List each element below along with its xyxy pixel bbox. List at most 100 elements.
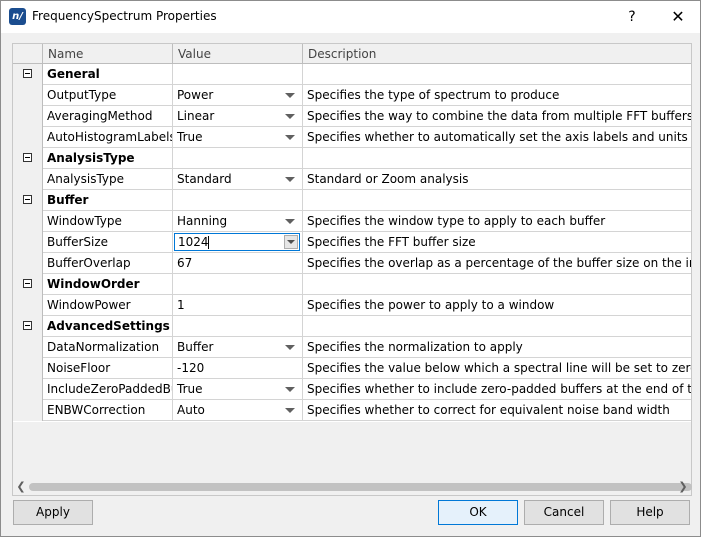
property-row[interactable]: WindowType Hanning Specifies the window ty… xyxy=(13,211,691,232)
row-gutter xyxy=(13,190,43,211)
property-description: Specifies the way to combine the data fr… xyxy=(303,106,691,127)
row-gutter xyxy=(13,127,43,148)
row-gutter xyxy=(13,295,43,316)
text-caret xyxy=(208,236,209,249)
property-row[interactable]: WindowPower 1 Specifies the power to apply… xyxy=(13,295,691,316)
property-value[interactable]: 1024 xyxy=(173,232,303,253)
category-name[interactable]: AnalysisType xyxy=(43,148,173,169)
property-value[interactable]: 1 xyxy=(173,295,303,316)
property-description: Specifies whether to correct for equival… xyxy=(303,400,691,421)
property-name: AnalysisType xyxy=(43,169,173,190)
row-gutter xyxy=(13,337,43,358)
close-icon[interactable]: ✕ xyxy=(655,1,701,33)
dropdown-arrow-icon[interactable] xyxy=(285,114,295,119)
property-description xyxy=(303,64,691,85)
value-text[interactable]: 67 xyxy=(177,256,192,270)
property-row[interactable]: AutoHistogramLabels True Specifies whether… xyxy=(13,127,691,148)
scroll-right-icon[interactable]: ❯ xyxy=(675,479,691,495)
dropdown-arrow-icon[interactable] xyxy=(285,219,295,224)
property-description: Specifies the power to apply to a window xyxy=(303,295,691,316)
property-name: ENBWCorrection xyxy=(43,400,173,421)
collapse-icon[interactable] xyxy=(23,321,32,330)
value-text[interactable]: Buffer xyxy=(177,340,213,354)
ok-button[interactable]: OK xyxy=(438,500,518,525)
value-text[interactable]: 1 xyxy=(177,298,185,312)
property-value[interactable]: True xyxy=(173,127,303,148)
property-value xyxy=(173,316,303,337)
row-gutter xyxy=(13,274,43,295)
value-text[interactable]: True xyxy=(177,382,203,396)
category-name[interactable]: Buffer xyxy=(43,190,173,211)
dropdown-arrow-icon[interactable] xyxy=(285,93,295,98)
category-row[interactable]: Buffer xyxy=(13,190,691,211)
property-value[interactable]: Hanning xyxy=(173,211,303,232)
property-row[interactable]: AveragingMethod Linear Specifies the way t… xyxy=(13,106,691,127)
value-text[interactable]: Auto xyxy=(177,403,205,417)
property-value[interactable]: Power xyxy=(173,85,303,106)
header-spacer xyxy=(13,44,43,64)
category-row[interactable]: AdvancedSettings xyxy=(13,316,691,337)
help-icon[interactable]: ? xyxy=(609,1,655,33)
property-value xyxy=(173,274,303,295)
property-row[interactable]: NoiseFloor -120 Specifies the value below … xyxy=(13,358,691,379)
property-row[interactable]: ENBWCorrection Auto Specifies whether to c… xyxy=(13,400,691,421)
property-row[interactable]: DataNormalization Buffer Specifies the nor… xyxy=(13,337,691,358)
property-value[interactable]: Auto xyxy=(173,400,303,421)
value-text[interactable]: Standard xyxy=(177,172,232,186)
collapse-icon[interactable] xyxy=(23,195,32,204)
row-gutter xyxy=(13,148,43,169)
category-row[interactable]: WindowOrder xyxy=(13,274,691,295)
collapse-icon[interactable] xyxy=(23,69,32,78)
property-description: Specifies the window type to apply to ea… xyxy=(303,211,691,232)
app-icon: n/ xyxy=(9,8,26,25)
value-text[interactable]: -120 xyxy=(177,361,204,375)
property-name: IncludeZeroPaddedBuffers xyxy=(43,379,173,400)
row-gutter xyxy=(13,64,43,85)
value-text[interactable]: Power xyxy=(177,88,213,102)
category-row[interactable]: AnalysisType xyxy=(13,148,691,169)
scroll-thumb[interactable] xyxy=(29,483,692,491)
value-text[interactable]: Hanning xyxy=(177,214,227,228)
collapse-icon[interactable] xyxy=(23,279,32,288)
cancel-button[interactable]: Cancel xyxy=(524,500,604,525)
category-name[interactable]: General xyxy=(43,64,173,85)
property-description xyxy=(303,148,691,169)
column-header-name[interactable]: Name xyxy=(43,44,173,64)
dropdown-arrow-icon[interactable] xyxy=(285,135,295,140)
row-gutter xyxy=(13,169,43,190)
property-description: Specifies whether to automatically set t… xyxy=(303,127,691,148)
property-row[interactable]: IncludeZeroPaddedBuffers True Specifies wh… xyxy=(13,379,691,400)
category-name[interactable]: AdvancedSettings xyxy=(43,316,173,337)
window-title: FrequencySpectrum Properties xyxy=(32,9,217,23)
property-row[interactable]: AnalysisType Standard Standard or Zoom ana… xyxy=(13,169,691,190)
dropdown-arrow-icon[interactable] xyxy=(285,345,295,350)
property-value xyxy=(173,148,303,169)
property-value[interactable]: Standard xyxy=(173,169,303,190)
collapse-icon[interactable] xyxy=(23,153,32,162)
property-value[interactable]: Linear xyxy=(173,106,303,127)
value-text[interactable]: True xyxy=(177,130,203,144)
property-value[interactable]: True xyxy=(173,379,303,400)
column-header-description[interactable]: Description xyxy=(303,44,691,64)
property-value[interactable]: -120 xyxy=(173,358,303,379)
value-editor-input[interactable]: 1024 xyxy=(174,233,300,251)
dropdown-button-icon[interactable] xyxy=(284,235,298,249)
horizontal-scrollbar[interactable]: ❮ ❯ xyxy=(13,479,692,495)
editor-value-text[interactable]: 1024 xyxy=(178,234,209,250)
property-name: WindowPower xyxy=(43,295,173,316)
scroll-left-icon[interactable]: ❮ xyxy=(13,479,29,495)
property-value[interactable]: 67 xyxy=(173,253,303,274)
property-value[interactable]: Buffer xyxy=(173,337,303,358)
column-header-value[interactable]: Value xyxy=(173,44,303,64)
property-row[interactable]: BufferOverlap 67 Specifies the overlap as … xyxy=(13,253,691,274)
dropdown-arrow-icon[interactable] xyxy=(285,387,295,392)
apply-button[interactable]: Apply xyxy=(13,500,93,525)
category-row[interactable]: General xyxy=(13,64,691,85)
dropdown-arrow-icon[interactable] xyxy=(285,177,295,182)
property-row[interactable]: OutputType Power Specifies the type of spe… xyxy=(13,85,691,106)
category-name[interactable]: WindowOrder xyxy=(43,274,173,295)
property-row[interactable]: BufferSize 1024 Specifies the FFT buffer s… xyxy=(13,232,691,253)
help-button[interactable]: Help xyxy=(610,500,690,525)
dropdown-arrow-icon[interactable] xyxy=(285,408,295,413)
value-text[interactable]: Linear xyxy=(177,109,214,123)
